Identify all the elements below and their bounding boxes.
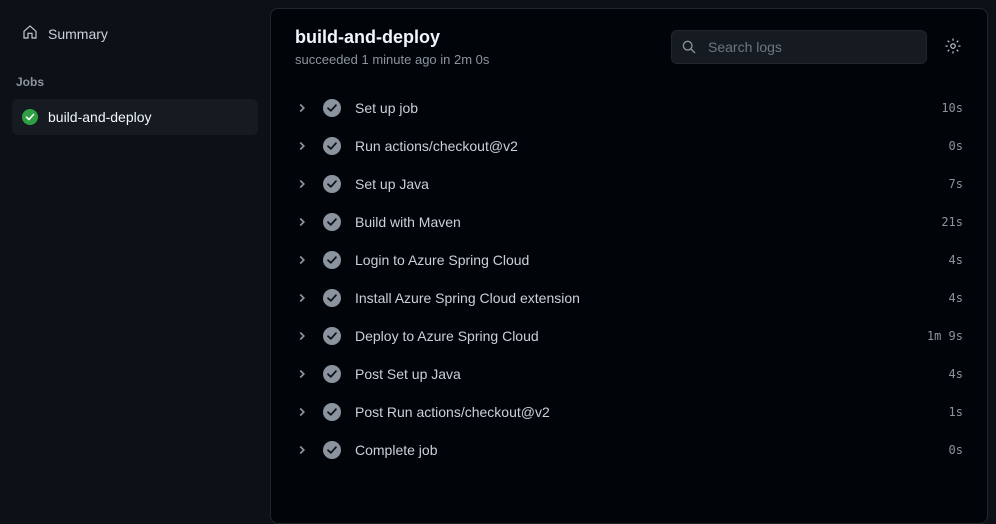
step-name: Install Azure Spring Cloud extension [355, 290, 935, 306]
step-duration: 4s [949, 253, 963, 267]
sidebar-job-name: build-and-deploy [48, 109, 152, 125]
check-circle-icon [22, 109, 38, 125]
step-row[interactable]: Run actions/checkout@v2 0s [271, 127, 987, 165]
summary-label: Summary [48, 26, 108, 42]
job-title: build-and-deploy [295, 27, 655, 48]
check-circle-icon [323, 365, 341, 383]
sidebar: Summary Jobs build-and-deploy [0, 0, 270, 524]
chevron-right-icon [295, 253, 309, 267]
chevron-right-icon [295, 329, 309, 343]
step-duration: 7s [949, 177, 963, 191]
step-name: Complete job [355, 442, 935, 458]
chevron-right-icon [295, 443, 309, 457]
step-name: Login to Azure Spring Cloud [355, 252, 935, 268]
main-header: build-and-deploy succeeded 1 minute ago … [271, 9, 987, 85]
chevron-right-icon [295, 101, 309, 115]
step-duration: 10s [941, 101, 963, 115]
home-icon [22, 24, 38, 43]
check-circle-icon [323, 137, 341, 155]
check-circle-icon [323, 175, 341, 193]
chevron-right-icon [295, 405, 309, 419]
step-name: Set up Java [355, 176, 935, 192]
step-row[interactable]: Login to Azure Spring Cloud 4s [271, 241, 987, 279]
check-circle-icon [323, 289, 341, 307]
step-row[interactable]: Install Azure Spring Cloud extension 4s [271, 279, 987, 317]
step-name: Deploy to Azure Spring Cloud [355, 328, 913, 344]
title-block: build-and-deploy succeeded 1 minute ago … [295, 27, 655, 67]
check-circle-icon [323, 327, 341, 345]
job-subtitle: succeeded 1 minute ago in 2m 0s [295, 52, 655, 67]
search-input[interactable] [671, 30, 927, 64]
sidebar-job-item[interactable]: build-and-deploy [12, 99, 258, 135]
step-duration: 4s [949, 367, 963, 381]
step-row[interactable]: Deploy to Azure Spring Cloud 1m 9s [271, 317, 987, 355]
step-duration: 1m 9s [927, 329, 963, 343]
step-name: Run actions/checkout@v2 [355, 138, 935, 154]
step-row[interactable]: Post Set up Java 4s [271, 355, 987, 393]
check-circle-icon [323, 251, 341, 269]
check-circle-icon [323, 99, 341, 117]
step-row[interactable]: Post Run actions/checkout@v2 1s [271, 393, 987, 431]
step-duration: 0s [949, 443, 963, 457]
chevron-right-icon [295, 291, 309, 305]
search-box [671, 30, 927, 64]
step-duration: 1s [949, 405, 963, 419]
gear-icon [944, 37, 962, 58]
step-row[interactable]: Build with Maven 21s [271, 203, 987, 241]
step-duration: 21s [941, 215, 963, 229]
steps-list: Set up job 10s Run actions/checkout@v2 0s Se… [271, 85, 987, 523]
step-duration: 4s [949, 291, 963, 305]
step-name: Set up job [355, 100, 927, 116]
step-name: Post Run actions/checkout@v2 [355, 404, 935, 420]
settings-button[interactable] [943, 37, 963, 57]
step-row[interactable]: Complete job 0s [271, 431, 987, 469]
main-panel: build-and-deploy succeeded 1 minute ago … [270, 8, 988, 524]
chevron-right-icon [295, 215, 309, 229]
chevron-right-icon [295, 367, 309, 381]
check-circle-icon [323, 441, 341, 459]
jobs-header: Jobs [12, 51, 258, 99]
chevron-right-icon [295, 139, 309, 153]
search-icon [681, 39, 697, 55]
step-duration: 0s [949, 139, 963, 153]
step-name: Post Set up Java [355, 366, 935, 382]
step-row[interactable]: Set up job 10s [271, 89, 987, 127]
step-row[interactable]: Set up Java 7s [271, 165, 987, 203]
step-name: Build with Maven [355, 214, 927, 230]
chevron-right-icon [295, 177, 309, 191]
summary-link[interactable]: Summary [12, 16, 258, 51]
check-circle-icon [323, 403, 341, 421]
check-circle-icon [323, 213, 341, 231]
